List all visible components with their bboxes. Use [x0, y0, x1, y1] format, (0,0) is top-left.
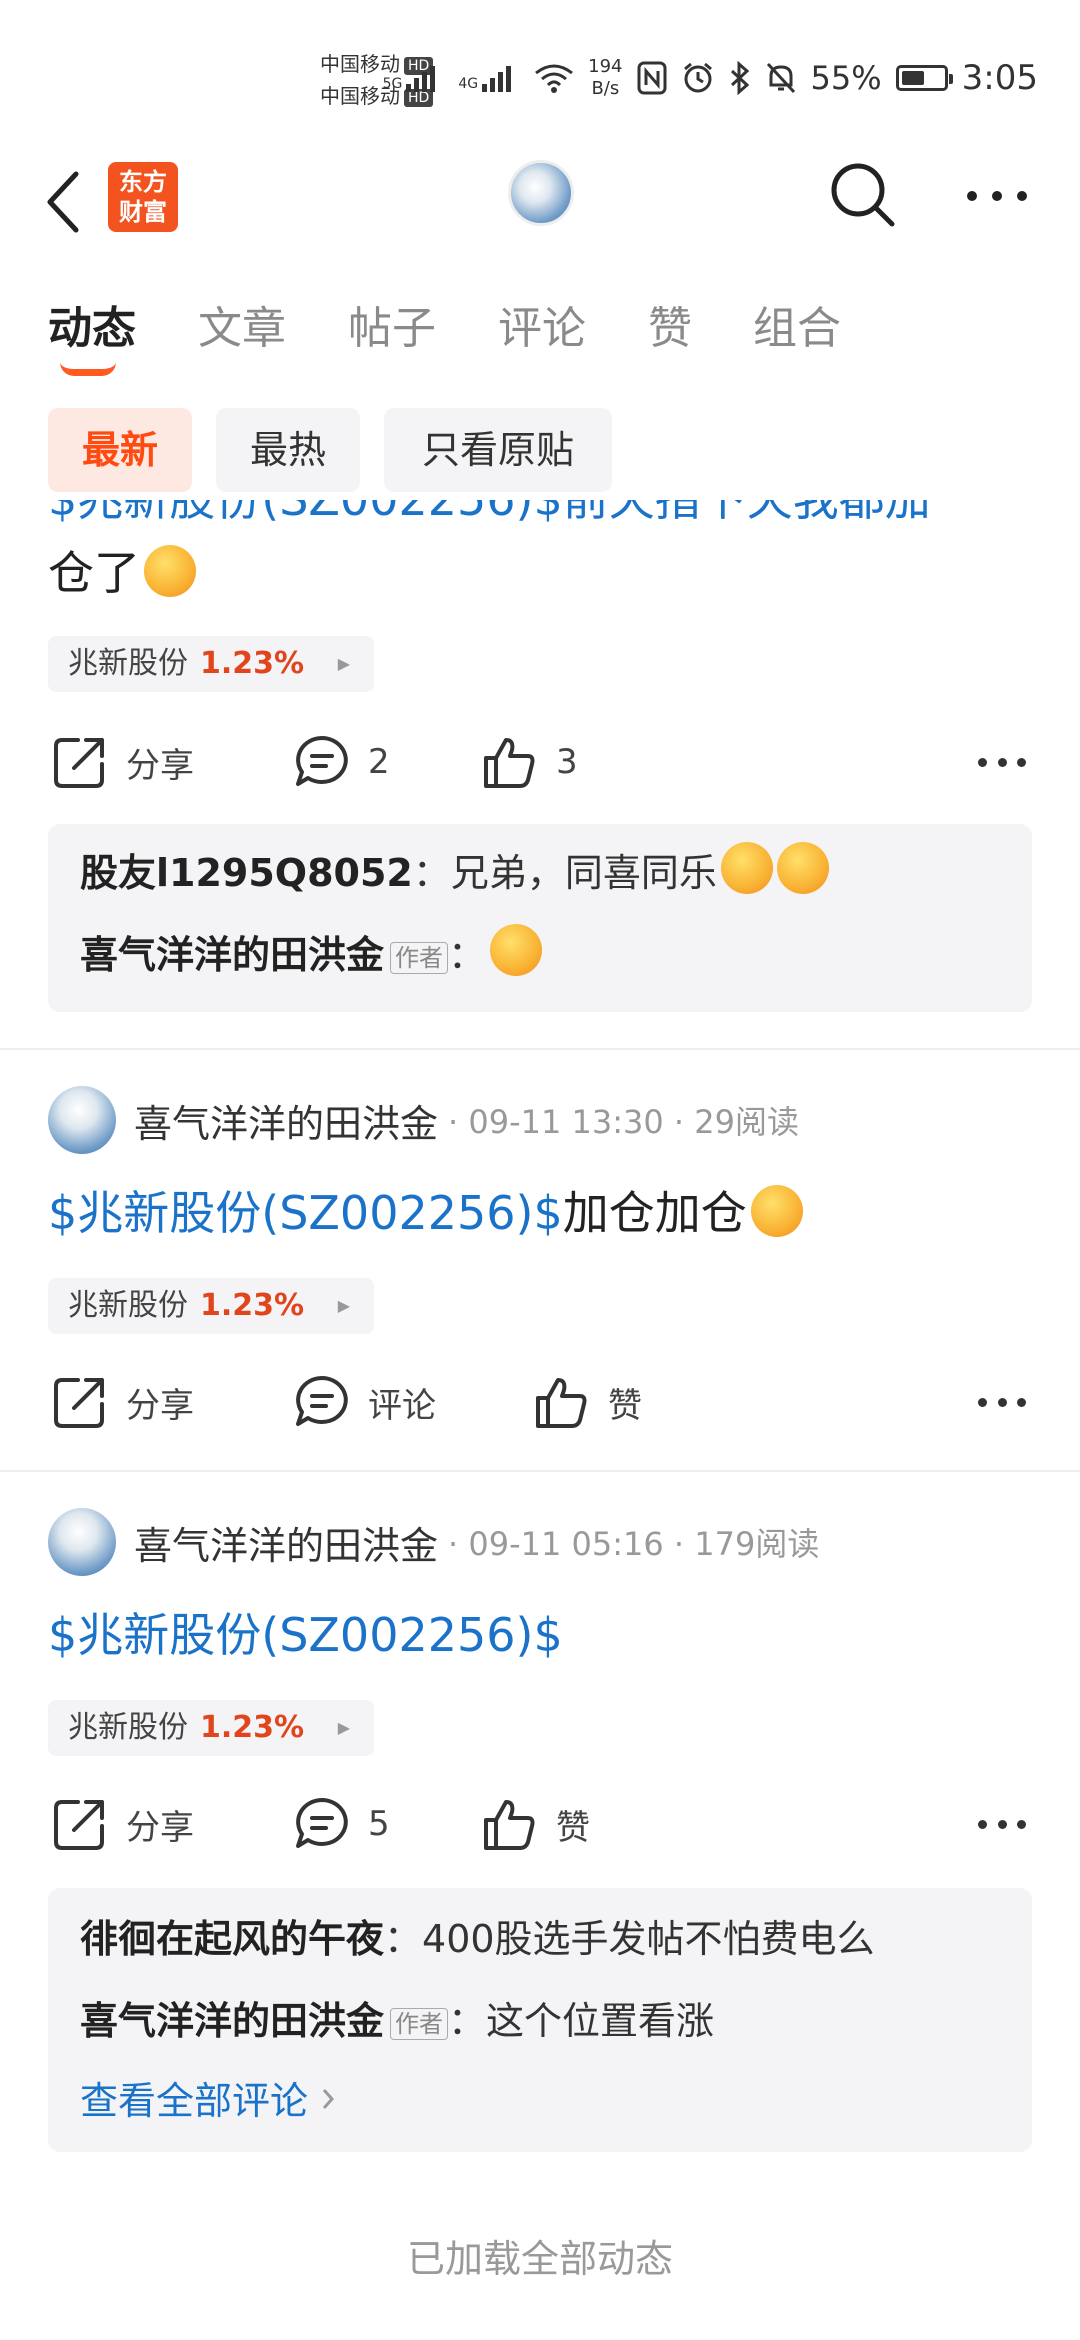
- post-more-button[interactable]: [978, 1392, 1026, 1412]
- battery-icon: [895, 65, 953, 91]
- avatar[interactable]: [48, 1508, 116, 1576]
- comment-line: 徘徊在起风的午夜：400股选手发帖不怕费电么: [80, 1917, 875, 1961]
- battery-percent: 55%: [810, 59, 882, 97]
- activity-feed: $兆新股份(SZ002256)$前天指下天我都加 仓了 兆新股份1.23%▶ 分…: [0, 500, 1080, 2340]
- tab-articles[interactable]: 文章: [198, 292, 286, 356]
- more-button[interactable]: [962, 176, 1032, 216]
- battery-fill: [901, 71, 924, 85]
- top-nav: 东方 财富: [0, 150, 1080, 260]
- status-bar: 中国移动 HD 中国移动 HD 5G 4G 194 B/s 55% 3:05: [0, 0, 1080, 150]
- post-author-row[interactable]: 喜气洋洋的田洪金 · 09-11 05:16 · 179阅读: [48, 1504, 819, 1580]
- caret-right-icon: ▶: [337, 1296, 351, 1315]
- share-button[interactable]: 分享: [52, 1794, 194, 1854]
- author-name[interactable]: 喜气洋洋的田洪金: [134, 1515, 438, 1570]
- alarm-icon: [683, 62, 712, 93]
- comment-preview[interactable]: 徘徊在起风的午夜：400股选手发帖不怕费电么 喜气洋洋的田洪金 作者 ：这个位置看涨…: [48, 1888, 1032, 2152]
- active-tab-indicator: [60, 362, 116, 376]
- divider: [0, 1470, 1080, 1472]
- share-icon: [54, 738, 104, 788]
- caret-right-icon: ▶: [337, 654, 351, 673]
- comment-preview[interactable]: 股友l1295Q8052：兄弟，同喜同乐 喜气洋洋的田洪金 作者：: [48, 824, 1032, 1012]
- hugging-emoji-icon: [720, 842, 773, 894]
- share-button[interactable]: 分享: [52, 1372, 194, 1432]
- bluetooth-icon: [730, 61, 749, 95]
- profile-tabs: 动态 文章 帖子 评论 赞 组合: [0, 280, 1080, 380]
- app-logo[interactable]: 东方 财富: [108, 162, 178, 232]
- post-text[interactable]: $兆新股份(SZ002256)$加仓加仓: [48, 1182, 803, 1244]
- thumbs-up-icon: [484, 738, 535, 788]
- tab-comments[interactable]: 评论: [498, 292, 586, 356]
- author-name[interactable]: 喜气洋洋的田洪金: [134, 1093, 438, 1148]
- filter-original-only[interactable]: 只看原贴: [384, 408, 612, 492]
- stock-tag[interactable]: 兆新股份 1.23% ▶: [48, 1278, 375, 1334]
- divider: [0, 1048, 1080, 1050]
- like-button[interactable]: 赞: [482, 1794, 590, 1854]
- signal-5g-icon: 5G: [383, 64, 445, 92]
- post-more-button[interactable]: [978, 1814, 1026, 1834]
- stock-link[interactable]: $兆新股份(SZ002256)$: [48, 1186, 563, 1240]
- comment-icon: [296, 1798, 348, 1848]
- share-icon: [54, 1800, 104, 1850]
- thumbs-up-icon: [536, 1378, 587, 1428]
- feed-end-text: 已加载全部动态: [406, 2237, 673, 2281]
- like-button[interactable]: 3: [482, 732, 578, 792]
- search-icon: [831, 163, 895, 227]
- stock-tag[interactable]: 兆新股份 1.23% ▶: [48, 636, 375, 692]
- profile-avatar[interactable]: [508, 160, 574, 226]
- sort-filters: 最新 最热 只看原贴: [0, 405, 1080, 495]
- post-text[interactable]: $兆新股份(SZ002256)$前天指下天我都加: [48, 500, 931, 530]
- nfc-icon: [637, 61, 667, 95]
- share-icon: [54, 1378, 104, 1428]
- comment-button[interactable]: 评论: [294, 1372, 436, 1432]
- clock: 3:05: [961, 58, 1038, 98]
- share-button[interactable]: 分享: [52, 732, 194, 792]
- author-badge: 作者: [390, 941, 449, 974]
- wifi-icon: [535, 64, 574, 93]
- filter-hottest[interactable]: 最热: [216, 408, 360, 492]
- filter-latest[interactable]: 最新: [48, 408, 192, 492]
- tab-activity[interactable]: 动态: [48, 292, 136, 356]
- comment-icon: [296, 736, 348, 786]
- signal-4g-icon: 4G: [458, 64, 520, 92]
- author-badge: 作者: [390, 2007, 449, 2040]
- comment-line: 喜气洋洋的田洪金 作者：: [80, 924, 543, 979]
- avatar[interactable]: [48, 1086, 116, 1154]
- smile-emoji-icon: [750, 1185, 803, 1237]
- net-speed: 194 B/s: [588, 56, 623, 99]
- post-more-button[interactable]: [978, 752, 1026, 772]
- post-text-continued[interactable]: 仓了: [48, 542, 196, 604]
- post-meta: · 09-11 05:16 · 179阅读: [448, 1525, 820, 1563]
- post-author-row[interactable]: 喜气洋洋的田洪金 · 09-11 13:30 · 29阅读: [48, 1082, 799, 1158]
- thumbs-up-icon: [484, 1800, 535, 1850]
- tab-posts[interactable]: 帖子: [348, 292, 436, 356]
- like-button[interactable]: 赞: [534, 1372, 642, 1432]
- comment-line: 股友l1295Q8052：兄弟，同喜同乐: [80, 842, 829, 897]
- mute-icon: [766, 62, 795, 94]
- comment-button[interactable]: 2: [294, 732, 390, 792]
- search-button[interactable]: [828, 160, 898, 230]
- laughing-emoji-icon: [144, 545, 196, 597]
- stock-tag[interactable]: 兆新股份 1.23% ▶: [48, 1700, 375, 1756]
- post-meta: · 09-11 13:30 · 29阅读: [448, 1103, 799, 1141]
- more-icon: [967, 191, 1027, 201]
- status-icons: 5G 4G 194 B/s 55% 3:05: [383, 56, 1038, 100]
- back-button[interactable]: [44, 164, 94, 244]
- post-text[interactable]: $兆新股份(SZ002256)$: [48, 1604, 563, 1666]
- comment-line: 喜气洋洋的田洪金 作者 ：这个位置看涨: [80, 1999, 715, 2043]
- tab-portfolio[interactable]: 组合: [753, 292, 841, 356]
- chevron-right-icon: [322, 2089, 335, 2109]
- caret-right-icon: ▶: [337, 1718, 351, 1737]
- stock-link[interactable]: $兆新股份(SZ002256)$: [48, 1608, 563, 1662]
- hugging-emoji-icon: [490, 924, 543, 976]
- tab-likes[interactable]: 赞: [648, 292, 692, 356]
- comment-icon: [296, 1376, 348, 1426]
- hugging-emoji-icon: [776, 842, 829, 894]
- back-arrow-icon: [47, 171, 79, 233]
- view-all-comments-link[interactable]: 查看全部评论: [80, 2070, 338, 2125]
- comment-button[interactable]: 5: [294, 1794, 390, 1854]
